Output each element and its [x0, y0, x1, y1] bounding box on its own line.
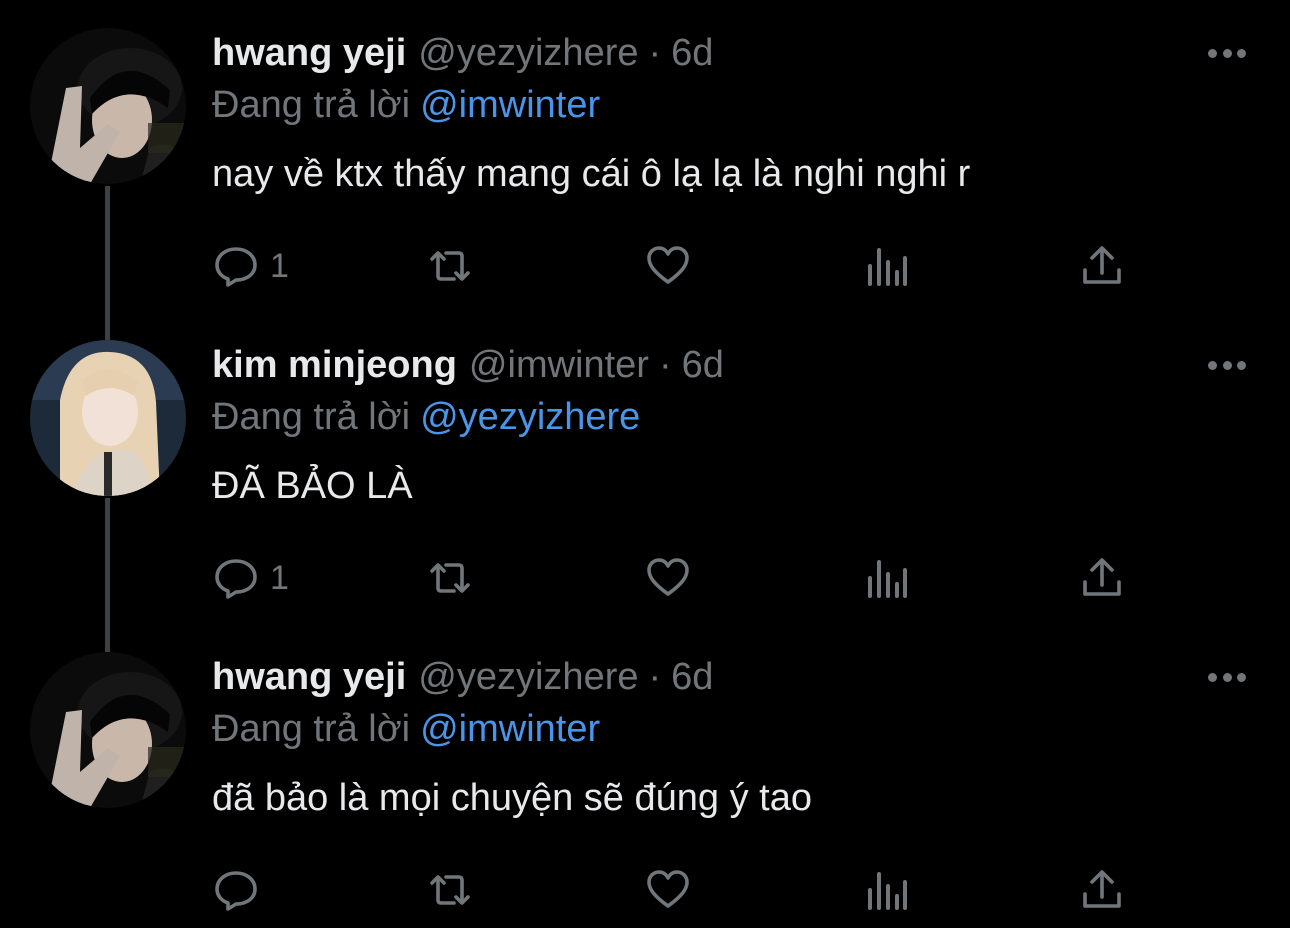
retweet-button[interactable]: [426, 550, 474, 606]
share-upload-icon: [1083, 246, 1121, 284]
more-options-button[interactable]: [1205, 352, 1249, 378]
share-button[interactable]: [1078, 550, 1126, 606]
heart-icon: [647, 558, 689, 596]
display-name[interactable]: kim minjeong: [212, 344, 457, 386]
views-button[interactable]: [862, 862, 910, 918]
tweet-text: ĐÃ BẢO LÀ: [212, 465, 413, 507]
avatar-photo-dark: [30, 652, 186, 808]
share-upload-icon: [1083, 870, 1121, 908]
reply-button[interactable]: [212, 862, 270, 918]
avatar-photo-light: [30, 340, 186, 496]
tweet[interactable]: hwang yeji @yezyizhere · 6d Đang trả lời @im…: [0, 624, 1290, 928]
reply-button[interactable]: 1: [212, 550, 289, 606]
avatar-photo-dark: [30, 28, 186, 184]
tweet-text: đã bảo là mọi chuyện sẽ đúng ý tao: [212, 777, 812, 819]
separator-dot: ·: [648, 32, 662, 74]
avatar[interactable]: [30, 340, 186, 496]
retweet-button[interactable]: [426, 862, 474, 918]
reply-thread: hwang yeji @yezyizhere · 6d Đang trả lời @im…: [0, 0, 1290, 928]
action-bar: 1: [212, 238, 1172, 294]
avatar[interactable]: [30, 28, 186, 184]
share-upload-icon: [1083, 558, 1121, 596]
replying-to-line: Đang trả lời @yezyizhere: [212, 394, 640, 440]
speech-bubble-icon: [215, 247, 257, 287]
mention-link[interactable]: @yezyizhere: [420, 396, 640, 438]
heart-icon: [647, 246, 689, 284]
timestamp[interactable]: 6d: [671, 656, 713, 698]
bar-chart-icon: [868, 872, 907, 910]
retweet-icon: [430, 563, 470, 593]
replying-to-label: Đang trả lời: [212, 396, 411, 438]
heart-icon: [647, 870, 689, 908]
tweet-text: nay về ktx thấy mang cái ô lạ lạ là nghi…: [212, 153, 971, 195]
replying-to-label: Đang trả lời: [212, 708, 411, 750]
user-handle[interactable]: @imwinter: [469, 344, 649, 386]
tweet-header: kim minjeong @imwinter · 6d: [212, 342, 724, 388]
ellipsis-icon: [1208, 360, 1217, 370]
user-handle[interactable]: @yezyizhere: [418, 656, 638, 698]
speech-bubble-icon: [215, 559, 257, 599]
avatar[interactable]: [30, 652, 186, 808]
ellipsis-icon: [1208, 48, 1217, 58]
separator-dot: ·: [658, 344, 672, 386]
share-button[interactable]: [1078, 238, 1126, 294]
replying-to-label: Đang trả lời: [212, 84, 411, 126]
reply-count: 1: [270, 558, 289, 597]
retweet-button[interactable]: [426, 238, 474, 294]
mention-link[interactable]: @imwinter: [420, 84, 600, 126]
action-bar: [212, 862, 1172, 918]
reply-button[interactable]: 1: [212, 238, 289, 294]
user-handle[interactable]: @yezyizhere: [418, 32, 638, 74]
tweet[interactable]: hwang yeji @yezyizhere · 6d Đang trả lời @im…: [0, 0, 1290, 340]
retweet-icon: [430, 875, 470, 905]
speech-bubble-icon: [215, 871, 257, 911]
display-name[interactable]: hwang yeji: [212, 656, 406, 698]
timestamp[interactable]: 6d: [671, 32, 713, 74]
bar-chart-icon: [868, 248, 907, 286]
retweet-icon: [430, 251, 470, 281]
ellipsis-icon: [1208, 672, 1217, 682]
more-options-button[interactable]: [1205, 40, 1249, 66]
bar-chart-icon: [868, 560, 907, 598]
share-button[interactable]: [1078, 862, 1126, 918]
views-button[interactable]: [862, 550, 910, 606]
like-button[interactable]: [644, 238, 692, 294]
timestamp[interactable]: 6d: [682, 344, 724, 386]
tweet[interactable]: kim minjeong @imwinter · 6d Đang trả lời @ye…: [0, 312, 1290, 652]
replying-to-line: Đang trả lời @imwinter: [212, 706, 600, 752]
like-button[interactable]: [644, 550, 692, 606]
reply-count: 1: [270, 246, 289, 285]
mention-link[interactable]: @imwinter: [420, 708, 600, 750]
views-button[interactable]: [862, 238, 910, 294]
display-name[interactable]: hwang yeji: [212, 32, 406, 74]
action-bar: 1: [212, 550, 1172, 606]
tweet-header: hwang yeji @yezyizhere · 6d: [212, 30, 713, 76]
more-options-button[interactable]: [1205, 664, 1249, 690]
like-button[interactable]: [644, 862, 692, 918]
replying-to-line: Đang trả lời @imwinter: [212, 82, 600, 128]
tweet-header: hwang yeji @yezyizhere · 6d: [212, 654, 713, 700]
separator-dot: ·: [648, 656, 662, 698]
